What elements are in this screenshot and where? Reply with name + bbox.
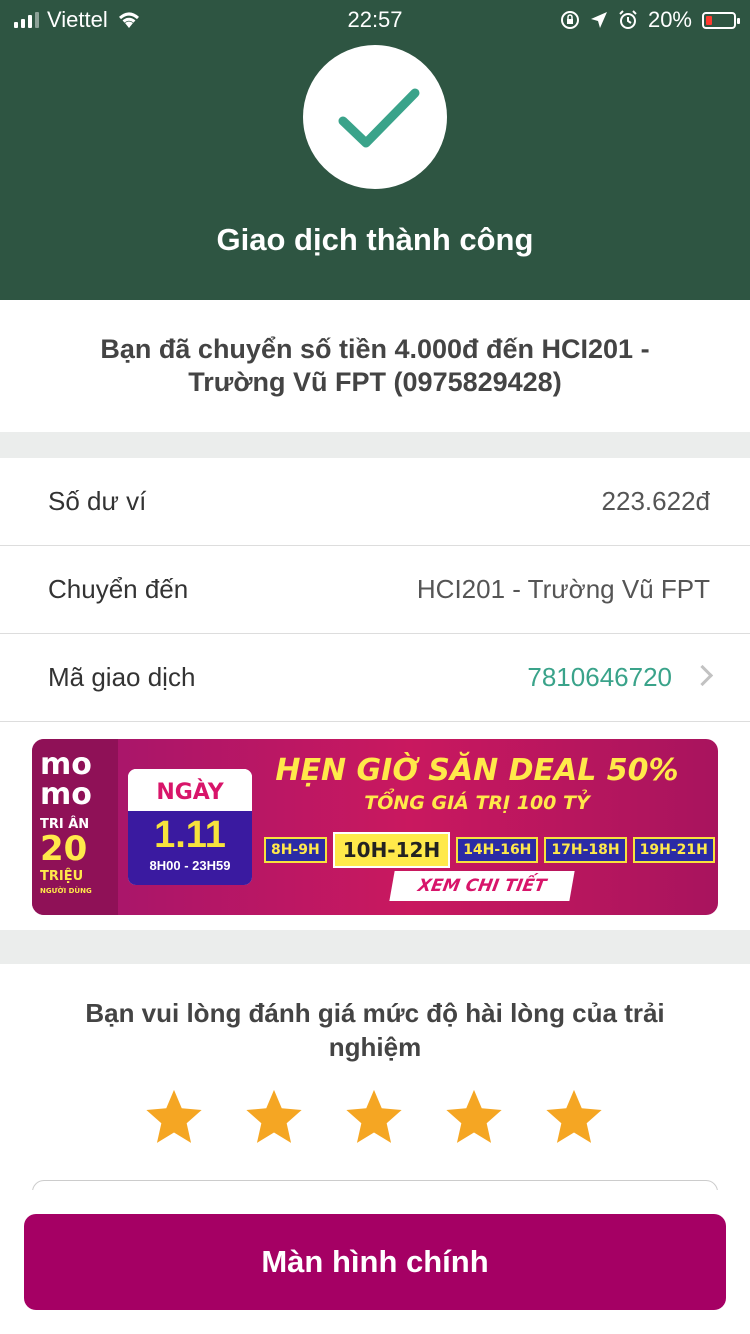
rating-question: Bạn vui lòng đánh giá mức độ hài lòng củ… — [85, 998, 665, 1062]
location-icon — [590, 12, 607, 28]
star-icon-4[interactable] — [443, 1086, 505, 1148]
transaction-id-link[interactable]: 7810646720 — [527, 662, 672, 693]
chevron-right-icon[interactable] — [691, 664, 714, 687]
momo-text-top: mo — [40, 747, 92, 782]
time-slot: 8H-9H — [264, 837, 327, 863]
transaction-details: Số dư ví 223.622đ Chuyển đến HCI201 - Tr… — [0, 458, 750, 722]
checkmark-icon — [338, 88, 420, 148]
star-icon-5[interactable] — [543, 1086, 605, 1148]
momo-logo: mo mo TRI ÂN 20 TRIỆU NGƯỜI DÙNG — [32, 739, 118, 915]
time-slots: 8H-9H 10H-12H 14H-16H 17H-18H 19H-21H — [264, 832, 715, 868]
star-icon-3[interactable] — [343, 1086, 405, 1148]
success-check-circle — [303, 45, 447, 189]
calendar-hours: 8H00 - 23H59 — [149, 858, 231, 873]
detail-label: Chuyển đến — [48, 574, 189, 604]
detail-label: Mã giao dịch — [48, 662, 196, 692]
momo-text-bottom: mo — [40, 777, 92, 812]
status-bar: Viettel 22:57 20% — [0, 0, 750, 42]
promo-banner[interactable]: mo mo TRI ÂN 20 TRIỆU NGƯỜI DÙNG NGÀY 1.… — [32, 739, 718, 915]
time-slot: 14H-16H — [456, 837, 539, 863]
time-slot: 19H-21H — [632, 837, 715, 863]
see-details-button[interactable]: XEM CHI TIẾT — [389, 871, 575, 901]
detail-row-balance: Số dư ví 223.622đ — [0, 458, 750, 546]
detail-row-transaction-id[interactable]: Mã giao dịch 7810646720 — [0, 634, 750, 722]
alarm-icon — [619, 10, 637, 29]
trieu-label: TRIỆU — [40, 869, 84, 884]
home-button[interactable]: Màn hình chính — [24, 1214, 726, 1310]
time-slot: 17H-18H — [544, 837, 627, 863]
detail-value: HCI201 - Trường Vũ FPT — [416, 574, 710, 604]
time-slot-active: 10H-12H — [332, 832, 451, 868]
deal-title: HẸN GIỜ SĂN DEAL 50% — [275, 753, 679, 788]
battery-icon — [702, 11, 740, 29]
transfer-message: Bạn đã chuyển số tiền 4.000đ đến HCI201 … — [100, 334, 650, 397]
nguoi-dung-label: NGƯỜI DÙNG — [40, 887, 92, 895]
battery-percent: 20% — [647, 7, 692, 32]
calendar-day-label: NGÀY — [128, 769, 252, 811]
calendar-badge: NGÀY 1.11 8H00 - 23H59 — [128, 769, 252, 885]
detail-value: 223.622đ — [601, 486, 710, 516]
deal-subtitle: TỔNG GIÁ TRỊ 100 TỶ — [364, 792, 590, 814]
calendar-date: 1.11 — [154, 814, 226, 856]
calendar-body: 1.11 8H00 - 23H59 — [128, 811, 252, 885]
star-icon-2[interactable] — [243, 1086, 305, 1148]
status-right: 20% — [560, 7, 740, 33]
success-title: Giao dịch thành công — [216, 222, 534, 257]
rotation-lock-icon — [560, 11, 579, 29]
detail-row-recipient: Chuyển đến HCI201 - Trường Vũ FPT — [0, 546, 750, 634]
star-rating — [143, 1086, 605, 1148]
detail-label: Số dư ví — [48, 486, 147, 516]
star-icon-1[interactable] — [143, 1086, 205, 1148]
twenty-label: 20 — [40, 829, 88, 869]
transfer-message-box: Bạn đã chuyển số tiền 4.000đ đến HCI201 … — [0, 300, 750, 432]
